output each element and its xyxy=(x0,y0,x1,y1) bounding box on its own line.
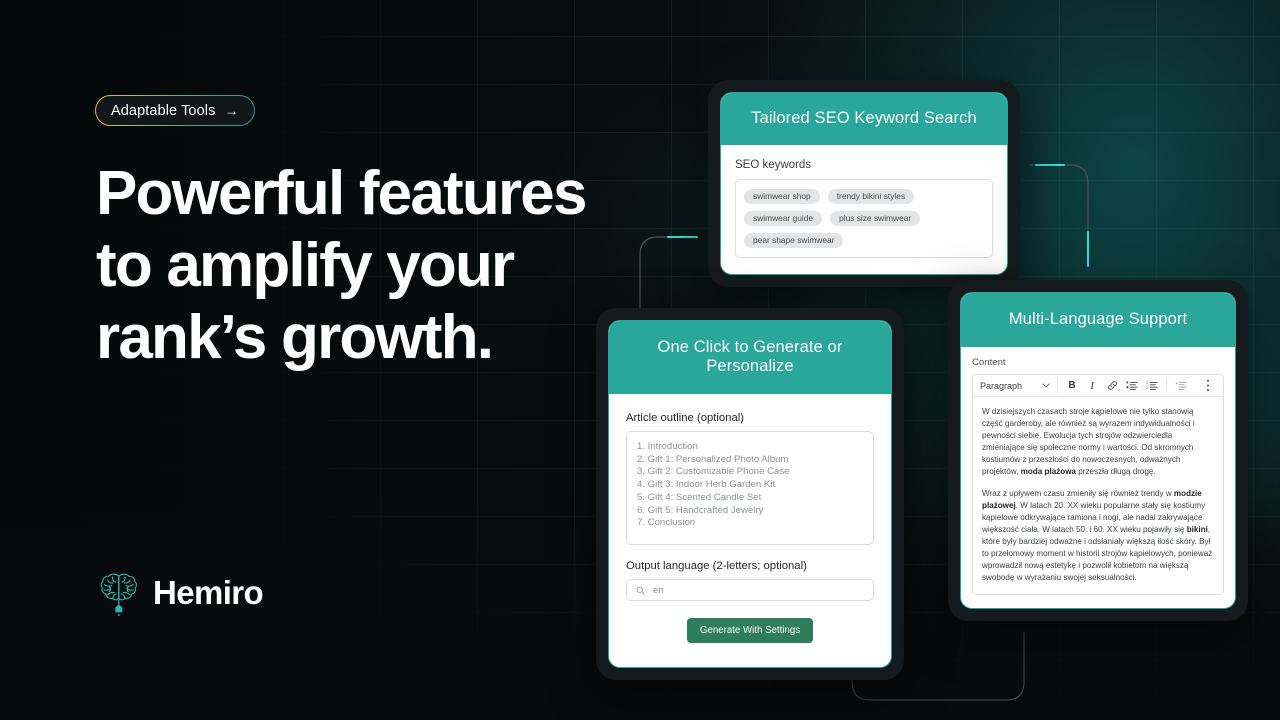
headline-line-3: rank’s growth. xyxy=(96,303,494,372)
seo-keywords-box[interactable]: swimwear shop trendy bikini styles swimw… xyxy=(735,179,993,258)
outline-line: 4. Gift 3: Indoor Herb Garden Kit xyxy=(637,479,776,491)
bullet-list-icon xyxy=(1126,381,1138,390)
output-language-value: en xyxy=(653,584,664,596)
editor-content[interactable]: W dzisiejszych czasach stroje kąpielowe … xyxy=(973,397,1223,594)
adaptable-tools-badge-label: Adaptable Tools xyxy=(111,102,216,119)
output-language-input[interactable]: en xyxy=(626,579,874,601)
bold-button[interactable]: B xyxy=(1062,377,1082,395)
generate-with-settings-button[interactable]: Generate With Settings xyxy=(686,618,814,643)
keyword-chip[interactable]: swimwear shop xyxy=(744,189,820,204)
paragraph-1-text-b: przeszła długą drogę. xyxy=(1076,467,1156,477)
output-language-label: Output language (2-letters; optional) xyxy=(626,560,807,572)
seo-card-inner: Tailored SEO Keyword Search SEO keywords… xyxy=(720,92,1008,275)
link-icon xyxy=(1107,381,1117,390)
language-card-body: Content Paragraph B I 1 2 W dzisiejszych… xyxy=(961,347,1235,609)
svg-text:1: 1 xyxy=(1146,381,1148,385)
search-icon xyxy=(636,586,645,595)
content-label: Content xyxy=(972,357,1006,368)
indent-icon xyxy=(1175,381,1187,390)
adaptable-tools-badge[interactable]: Adaptable Tools → xyxy=(94,94,255,127)
page-title: Powerful features to amplify your rank’s… xyxy=(96,158,616,374)
output-language-group: Output language (2-letters; optional) en xyxy=(626,560,874,601)
editor-paragraph-1: W dzisiejszych czasach stroje kąpielowe … xyxy=(982,406,1214,479)
outline-line: 5. Gift 4: Scented Candle Set xyxy=(637,491,762,503)
hero-section: Adaptable Tools → Powerful features to a… xyxy=(94,94,616,374)
generate-card-body: Article outline (optional) 1. Introducti… xyxy=(609,394,891,667)
arrow-right-icon: → xyxy=(224,102,239,118)
link-button[interactable] xyxy=(1102,377,1122,395)
paragraph-2-text-a: Wraz z upływem czasu zmieniły się równie… xyxy=(982,488,1174,498)
multi-language-support-card: Multi-Language Support Content Paragraph… xyxy=(948,280,1248,622)
language-card-inner: Multi-Language Support Content Paragraph… xyxy=(960,292,1236,610)
page-root: Adaptable Tools → Powerful features to a… xyxy=(0,0,1280,720)
brain-pen-icon xyxy=(100,573,137,616)
numbered-list-icon: 1 2 xyxy=(1146,381,1158,390)
article-outline-label: Article outline (optional) xyxy=(626,412,745,424)
indent-button[interactable] xyxy=(1171,377,1191,395)
one-click-generate-card: One Click to Generate or Personalize Art… xyxy=(596,308,904,680)
chevron-down-icon xyxy=(1042,383,1050,388)
paragraph-1-bold-1: moda plażowa xyxy=(1020,467,1077,477)
keyword-chip[interactable]: swimwear guide xyxy=(744,211,823,226)
tailored-seo-keyword-search-card: Tailored SEO Keyword Search SEO keywords… xyxy=(708,80,1020,287)
toolbar-divider xyxy=(1166,379,1168,392)
kebab-menu-icon xyxy=(1207,379,1209,392)
editor-toolbar: Paragraph B I 1 2 xyxy=(973,375,1223,397)
outline-line: 6. Gift 5: Handcrafted Jewelry xyxy=(637,504,764,516)
numbered-list-button[interactable]: 1 2 xyxy=(1142,377,1162,395)
more-options-button[interactable] xyxy=(1198,377,1218,395)
editor-paragraph-2: Wraz z upływem czasu zmieniły się równie… xyxy=(982,488,1214,585)
language-card-title: Multi-Language Support xyxy=(961,293,1235,347)
paragraph-2-bold-2: bikini xyxy=(1186,524,1208,534)
keyword-chip[interactable]: plus size swimwear xyxy=(830,211,921,226)
seo-card-body: SEO keywords swimwear shop trendy bikini… xyxy=(721,145,1007,274)
paragraph-2-text-b: . W latach 20. XX wieku popularne stały … xyxy=(982,500,1206,534)
article-outline-textarea[interactable]: 1. Introduction 2. Gift 1: Personalized … xyxy=(626,431,874,545)
outline-line: 7. Conclusion xyxy=(637,517,696,529)
headline-line-2: to amplify your xyxy=(96,231,515,300)
outline-line: 3. Gift 2: Customizable Phone Case xyxy=(637,466,790,478)
bullet-list-button[interactable] xyxy=(1122,377,1142,395)
svg-text:2: 2 xyxy=(1146,386,1148,390)
seo-keywords-label: SEO keywords xyxy=(735,159,812,171)
italic-button[interactable]: I xyxy=(1082,377,1102,395)
outline-line: 1. Introduction xyxy=(637,441,698,452)
seo-card-title: Tailored SEO Keyword Search xyxy=(721,93,1007,145)
paragraph-style-value: Paragraph xyxy=(980,380,1023,391)
outline-line: 2. Gift 1: Personalized Photo Album xyxy=(637,453,789,465)
generate-card-inner: One Click to Generate or Personalize Art… xyxy=(608,320,892,668)
brand-name: Hemiro xyxy=(153,574,264,611)
paragraph-style-select[interactable]: Paragraph xyxy=(980,378,1059,393)
adaptable-tools-badge-wrapper: Adaptable Tools → xyxy=(94,94,255,127)
headline-line-1: Powerful features xyxy=(96,159,587,228)
generate-card-title: One Click to Generate or Personalize xyxy=(609,321,891,394)
brand-logo: Hemiro xyxy=(98,569,264,617)
rich-text-editor: Paragraph B I 1 2 W dzisiejszych czasach… xyxy=(972,374,1224,596)
keyword-chip[interactable]: pear shape swimwear xyxy=(744,233,844,248)
keyword-chip[interactable]: trendy bikini styles xyxy=(827,189,915,204)
